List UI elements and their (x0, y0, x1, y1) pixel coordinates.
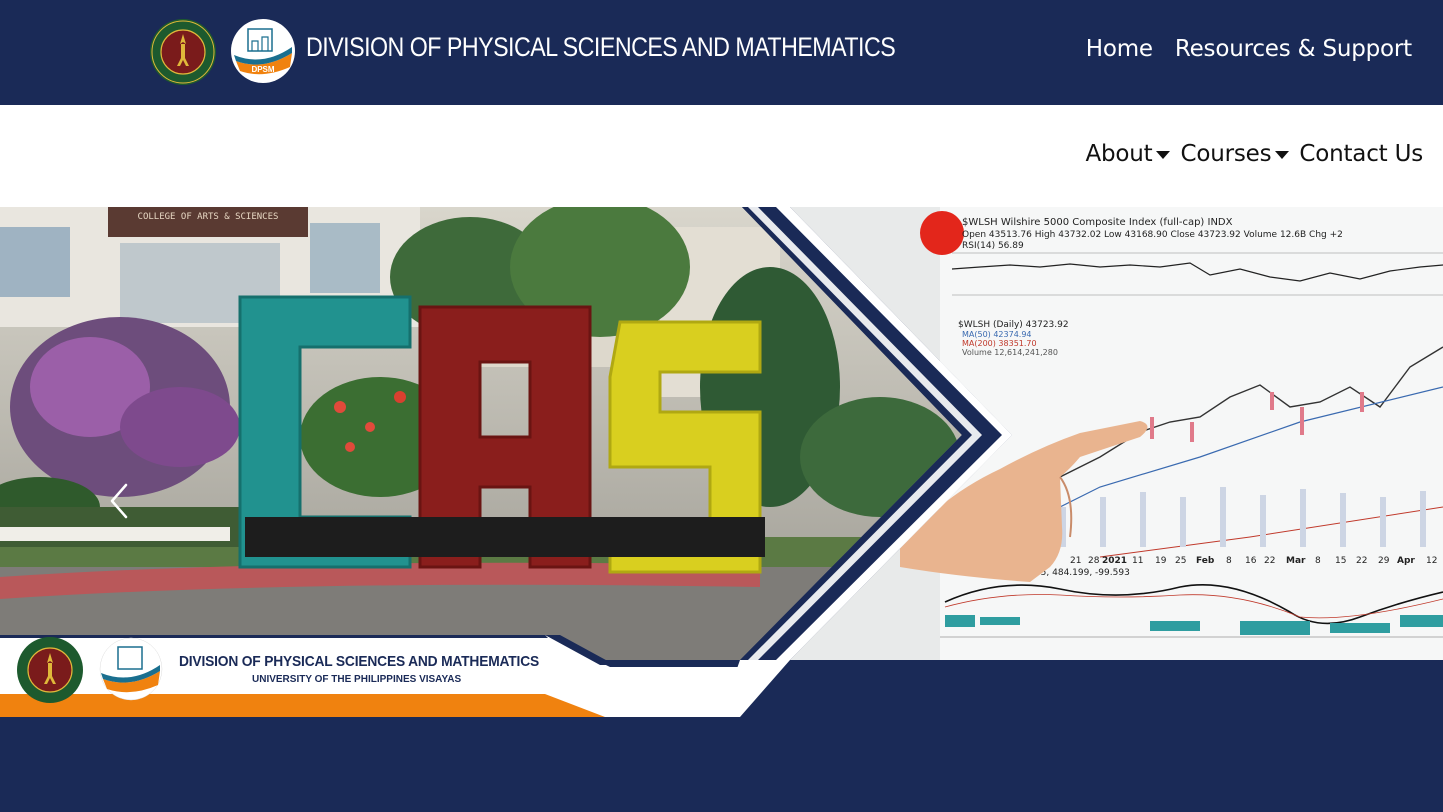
chart-date-0: 21 (1070, 556, 1081, 566)
caret-down-icon (1156, 151, 1171, 159)
chart-date-4: 19 (1155, 556, 1167, 566)
chart-date-14: 29 (1378, 556, 1390, 566)
building-sign-text: COLLEGE OF ARTS & SCIENCES (138, 212, 279, 222)
caret-down-icon (1275, 151, 1290, 159)
up-seal-logo[interactable] (148, 18, 218, 86)
chart-ma200-text: MA(200) 38351.70 (962, 339, 1037, 348)
chart-ma50-text: MA(50) 42374.94 (962, 330, 1032, 339)
chart-date-7: 8 (1226, 556, 1232, 566)
main-nav: About Courses Contact Us (1085, 141, 1423, 167)
hero-carousel[interactable]: COLLEGE OF ARTS & SCIENCES $WLSH Wilshir… (0, 207, 1443, 717)
nav-resources-support[interactable]: Resources & Support (1175, 36, 1412, 62)
nav-courses-dropdown[interactable]: Courses (1180, 141, 1290, 167)
chart-ohlc-text: Open 43513.76 High 43732.02 Low 43168.90… (962, 230, 1343, 240)
nav-about-dropdown[interactable]: About (1085, 141, 1171, 167)
hero-slide-image: COLLEGE OF ARTS & SCIENCES $WLSH Wilshir… (0, 207, 1443, 717)
site-title[interactable]: DIVISION OF PHYSICAL SCIENCES AND MATHEM… (306, 32, 896, 63)
chart-date-16: 12 (1426, 556, 1437, 566)
chart-date-15: Apr (1397, 556, 1415, 566)
top-header: DPSM DIVISION OF PHYSICAL SCIENCES AND M… (0, 0, 1443, 105)
chart-date-11: 8 (1315, 556, 1321, 566)
banner-dpsm-logo (99, 637, 163, 701)
nav-about-label: About (1085, 141, 1153, 167)
chart-date-13: 22 (1356, 556, 1367, 566)
chart-rsi-text: RSI(14) 56.89 (962, 241, 1024, 251)
chart-date-5: 25 (1175, 556, 1186, 566)
banner-title: DIVISION OF PHYSICAL SCIENCES AND MATHEM… (179, 653, 540, 670)
dpsm-logo-text: DPSM (251, 65, 274, 74)
chart-date-2: 2021 (1102, 556, 1127, 566)
top-nav: Home Resources & Support (1086, 36, 1412, 62)
main-navbar: About Courses Contact Us (0, 105, 1443, 207)
chart-date-1: 28 (1088, 556, 1100, 566)
nav-contact-label: Contact Us (1299, 141, 1423, 167)
nav-home[interactable]: Home (1086, 36, 1153, 62)
nav-courses-label: Courses (1180, 141, 1272, 167)
chart-date-12: 15 (1335, 556, 1346, 566)
page-footer-band (0, 717, 1443, 812)
chart-daily-text: $WLSH (Daily) 43723.92 (958, 320, 1069, 330)
chart-date-9: 22 (1264, 556, 1275, 566)
banner-up-seal (17, 637, 83, 703)
chart-date-6: Feb (1196, 556, 1215, 566)
nav-contact-us[interactable]: Contact Us (1299, 141, 1423, 167)
chart-volume-text: Volume 12,614,241,280 (962, 348, 1058, 357)
chart-date-3: 11 (1132, 556, 1143, 566)
dpsm-logo[interactable]: DPSM (230, 17, 296, 85)
chevron-left-icon[interactable] (104, 479, 134, 523)
banner-subtitle: UNIVERSITY OF THE PHILIPPINES VISAYAS (252, 674, 462, 685)
chart-title-text: $WLSH Wilshire 5000 Composite Index (ful… (962, 217, 1233, 228)
chart-date-axis: 21 28 2021 11 19 25 Feb 8 16 22 Mar 8 15… (1070, 556, 1437, 566)
chart-date-10: Mar (1286, 556, 1306, 566)
chart-date-8: 16 (1245, 556, 1257, 566)
